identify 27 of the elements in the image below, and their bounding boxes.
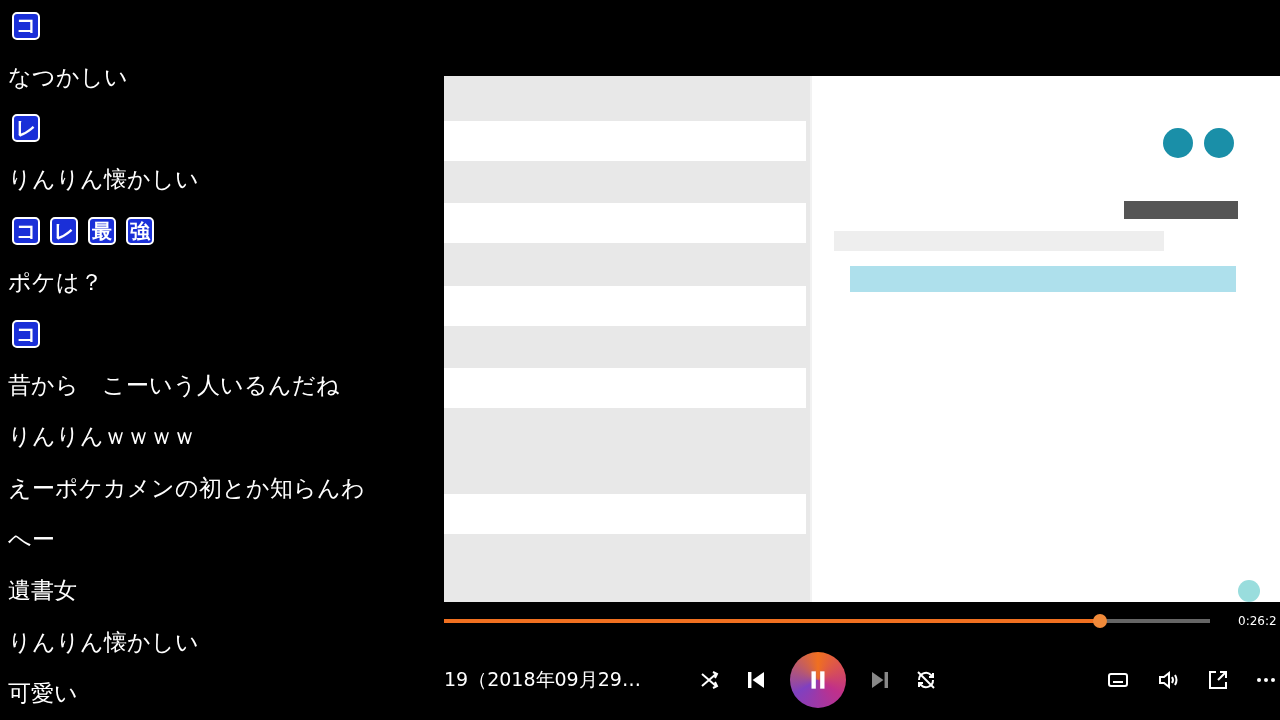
volume-button[interactable]	[1156, 668, 1180, 692]
comment-text: りんりんｗｗｗｗ	[8, 422, 196, 452]
seek-handle[interactable]	[1092, 614, 1107, 628]
comment-text: りんりん懐かしい	[8, 165, 199, 195]
comment-text: なつかしい	[8, 62, 128, 92]
progress-bar[interactable]	[444, 614, 1210, 628]
comment-badge: コ	[12, 11, 40, 40]
comment-text: ポケは？	[8, 268, 103, 298]
time-text: 0:26:2	[1238, 614, 1277, 628]
comment-badge: コ	[12, 320, 40, 349]
comment-badge: コ	[12, 217, 40, 246]
play-pause-button[interactable]	[790, 652, 846, 708]
mini-player-button[interactable]	[1206, 668, 1230, 692]
comment-badge: レ	[12, 114, 40, 143]
previous-icon	[748, 672, 764, 688]
comment-text: 可愛い	[8, 679, 78, 709]
comment-text: 昔から こーいう人いるんだね	[8, 370, 340, 400]
video-title: 19（2018年09月29…	[444, 667, 642, 692]
comment-text: へー	[8, 525, 55, 555]
comment-text: えーポケカメンの初とか知らんわ	[8, 473, 365, 503]
comment-text: 遺書女	[8, 576, 77, 606]
comment-badge: 強	[126, 217, 154, 246]
more-button[interactable]	[1256, 677, 1276, 683]
next-icon	[872, 672, 888, 688]
comment-badge: 最	[88, 217, 116, 246]
comment-badge: レ	[50, 217, 78, 246]
comment-text: りんりん懐かしい	[8, 627, 199, 657]
